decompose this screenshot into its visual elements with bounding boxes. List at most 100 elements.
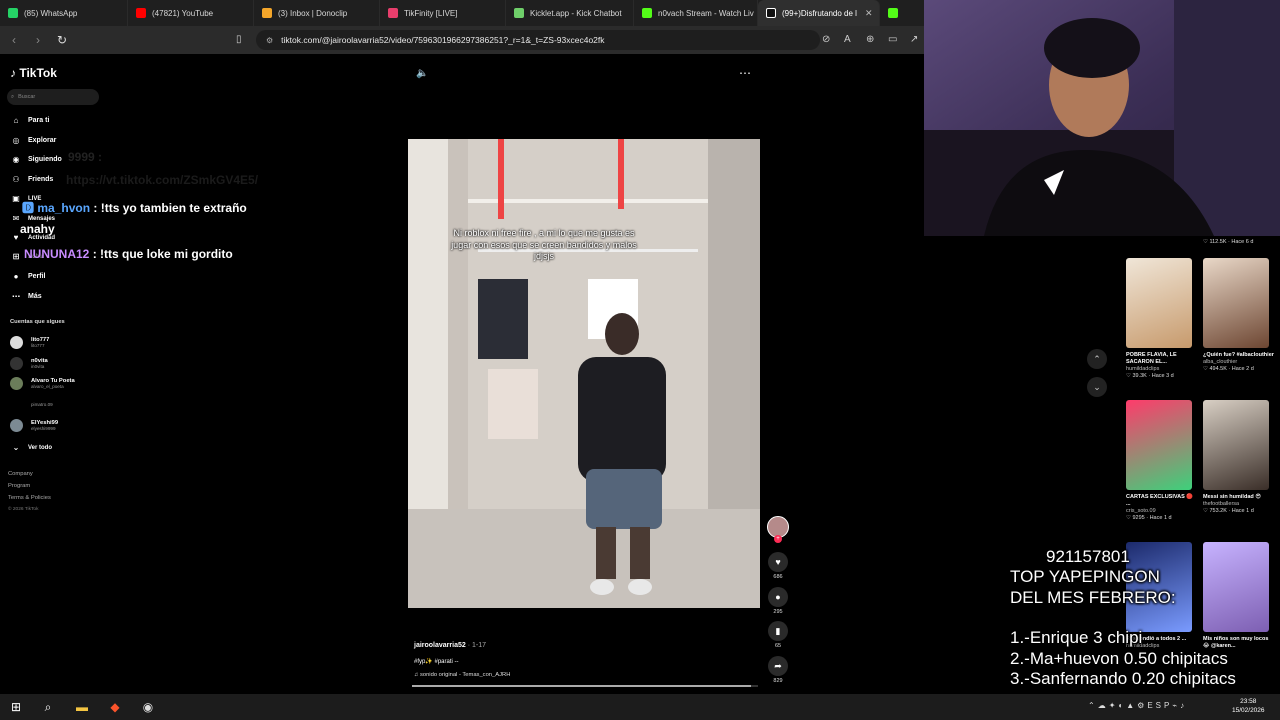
rec-item-meta[interactable]: ¿Quién fue? #albaclouthier alba_clouthie… (1203, 352, 1275, 373)
tab-youtube[interactable]: (47821) YouTube (128, 0, 254, 26)
video-progress-fill (412, 685, 752, 687)
see-all-link[interactable]: ⌄ Ver todo (10, 443, 52, 452)
following-account[interactable]: n0vita in0vita (10, 357, 48, 370)
footer-company[interactable]: Company (8, 471, 33, 477)
browser-tab-bar: (85) WhatsApp (47821) YouTube (3) Inbox … (0, 0, 924, 26)
windows-taskbar: ⊞ ⌕ ▬ ◆ ◉ ⌃☁✦◐▲⚙ESP⌁♪ 23:58 15/02/2026 (0, 694, 1280, 720)
url-field[interactable]: ⚙ tiktok.com/@jairoolavarria52/video/759… (256, 30, 820, 50)
rec-thumbnail[interactable] (1203, 400, 1269, 490)
rec-item-meta[interactable]: Messi sin humildad 😎 thefootballersa ♡ 7… (1203, 494, 1275, 515)
more-options-icon[interactable]: ⋯ (739, 66, 751, 80)
obs-icon[interactable]: ◉ (140, 699, 156, 715)
rec-item-meta[interactable]: CARTAS EXCLUSIVAS 🔴 ... cris_soto.09 ♡ 9… (1126, 494, 1196, 522)
compass-icon: ◎ (12, 136, 20, 145)
chat-message: 🅳 ma_hvon : !tts yo tambien te extraño (22, 201, 247, 215)
chevron-down-icon: ⌄ (12, 443, 20, 452)
share-icon[interactable]: ↗ (910, 34, 918, 45)
search-input[interactable]: ⌕ Buscar (7, 89, 99, 105)
close-tab-icon[interactable]: ✕ (865, 8, 873, 19)
nav-friends[interactable]: ⚇ Friends (10, 175, 53, 184)
tiktok-logo[interactable]: ♪ TikTok (10, 66, 57, 80)
following-account[interactable]: Alvaro Tu Poeta alvaro_el_poeta (10, 377, 75, 390)
site-settings-icon[interactable]: ⚙ (266, 36, 273, 45)
yape-title-line2: DEL MES FEBRERO: (1010, 587, 1176, 607)
comment-button[interactable]: ● (768, 587, 788, 607)
system-tray-icons[interactable]: ⌃☁✦◐▲⚙ESP⌁♪ (1088, 701, 1187, 710)
brave-browser-icon[interactable]: ◆ (107, 699, 123, 715)
taskbar-clock[interactable]: 23:58 15/02/2026 (1232, 697, 1265, 715)
home-icon: ⌂ (13, 116, 19, 125)
following-section-title: Cuentas que sigues (10, 319, 65, 325)
video-player[interactable] (408, 139, 760, 608)
avatar (10, 377, 23, 390)
tab-donoclip[interactable]: (3) Inbox | Donoclip (254, 0, 380, 26)
zoom-icon[interactable]: ⊕ (866, 34, 874, 45)
following-account[interactable]: ElYeshi99 elyeshi9999 (10, 419, 58, 432)
following-account[interactable]: pimatro.09 (10, 398, 53, 411)
tab-tiktok-active[interactable]: (99+)Disfrutando de l ✕ (758, 0, 880, 26)
volume-icon[interactable]: 🔈 (416, 68, 428, 79)
nav-perfil[interactable]: ● Perfil (10, 272, 46, 281)
video-author[interactable]: jairoolavarria52 · 1-17 (414, 642, 486, 649)
comment-count: 295 (773, 609, 783, 615)
translate-icon[interactable]: A (844, 34, 851, 45)
back-icon[interactable]: ‹ (4, 33, 24, 47)
nav-mas[interactable]: ⋯ Más (10, 292, 42, 301)
share-button[interactable]: ➦ (768, 656, 788, 676)
chat-username: anahy (20, 222, 55, 236)
rec-thumbnail[interactable] (1126, 258, 1192, 348)
yape-rank-2: 2.-Ma+huevon 0.50 chipitacs (1010, 648, 1228, 668)
footer-program[interactable]: Program (8, 483, 30, 489)
reload-icon[interactable]: ↻ (52, 33, 72, 47)
file-explorer-icon[interactable]: ▬ (74, 699, 90, 715)
windows-start-icon[interactable]: ⊞ (8, 699, 24, 715)
yape-rank-1: 1.-Enrique 3 chipi (1010, 628, 1143, 648)
live-icon: ▣ (12, 194, 20, 203)
avatar (10, 398, 23, 411)
video-progress-bar[interactable] (412, 685, 758, 687)
pip-icon[interactable]: ▭ (888, 34, 897, 45)
bookmark-icon[interactable]: ▯ (236, 34, 242, 45)
tab-kick-extra[interactable] (880, 0, 902, 26)
chat-faded-user: 9999 : (68, 150, 103, 164)
rec-thumbnail[interactable] (1126, 400, 1192, 490)
search-icon[interactable]: ⌕ (40, 699, 56, 715)
tab-tikfinity[interactable]: TikFinity [LIVE] (380, 0, 506, 26)
rec-thumbnail[interactable] (1203, 258, 1269, 348)
like-button[interactable]: ♥ (768, 552, 788, 572)
following-account[interactable]: lito777 lito777 (10, 336, 49, 349)
more-icon: ⋯ (12, 292, 20, 301)
video-hashtags[interactable]: #fyp✨ #parati -- (414, 658, 459, 665)
rec-item-meta[interactable]: POBRE FLAVIA, LE SACARON EL... humildadc… (1126, 352, 1196, 380)
nav-siguiendo[interactable]: ◉ Siguiendo (10, 155, 62, 164)
share-arrow-icon: ➦ (774, 661, 782, 671)
save-count: 65 (774, 643, 782, 649)
chat-message: NUNUNA12 : !tts que loke mi gordito (24, 247, 233, 261)
footer-terms[interactable]: Terms & Policies (8, 495, 51, 501)
scroll-up-icon[interactable]: ⌃ (1087, 349, 1107, 369)
profile-icon: ● (13, 272, 19, 281)
comment-icon: ● (775, 592, 781, 602)
yape-title-line1: TOP YAPEPINGON (1010, 567, 1160, 587)
tab-kick-stream[interactable]: n0vach Stream - Watch Liv (634, 0, 758, 26)
tab-whatsapp[interactable]: (85) WhatsApp (0, 0, 128, 26)
forward-icon[interactable]: › (28, 33, 48, 47)
avatar (10, 357, 23, 370)
scroll-down-icon[interactable]: ⌄ (1087, 377, 1107, 397)
heart-icon: ♥ (775, 557, 781, 567)
bookmark-icon: ▮ (775, 626, 781, 636)
tiktok-logo-icon: ♪ (10, 66, 16, 80)
search-icon: ⌕ (11, 93, 15, 100)
donoclip-icon (262, 8, 272, 18)
copyright: © 2026 TikTok (8, 507, 39, 512)
like-count: 686 (773, 574, 783, 580)
save-button[interactable]: ▮ (768, 621, 788, 641)
yape-number: 921157801 (1046, 547, 1130, 566)
follow-plus-icon[interactable]: + (774, 535, 782, 543)
mute-site-icon[interactable]: ⊘ (822, 34, 830, 45)
tab-kicklet[interactable]: Kicklet.app - Kick Chatbot (506, 0, 634, 26)
nav-explorar[interactable]: ◎ Explorar (10, 136, 57, 145)
video-sound[interactable]: ♫ sonido original - Temas_con_AJRH (414, 672, 510, 678)
nav-para-ti[interactable]: ⌂ Para ti (10, 116, 50, 125)
